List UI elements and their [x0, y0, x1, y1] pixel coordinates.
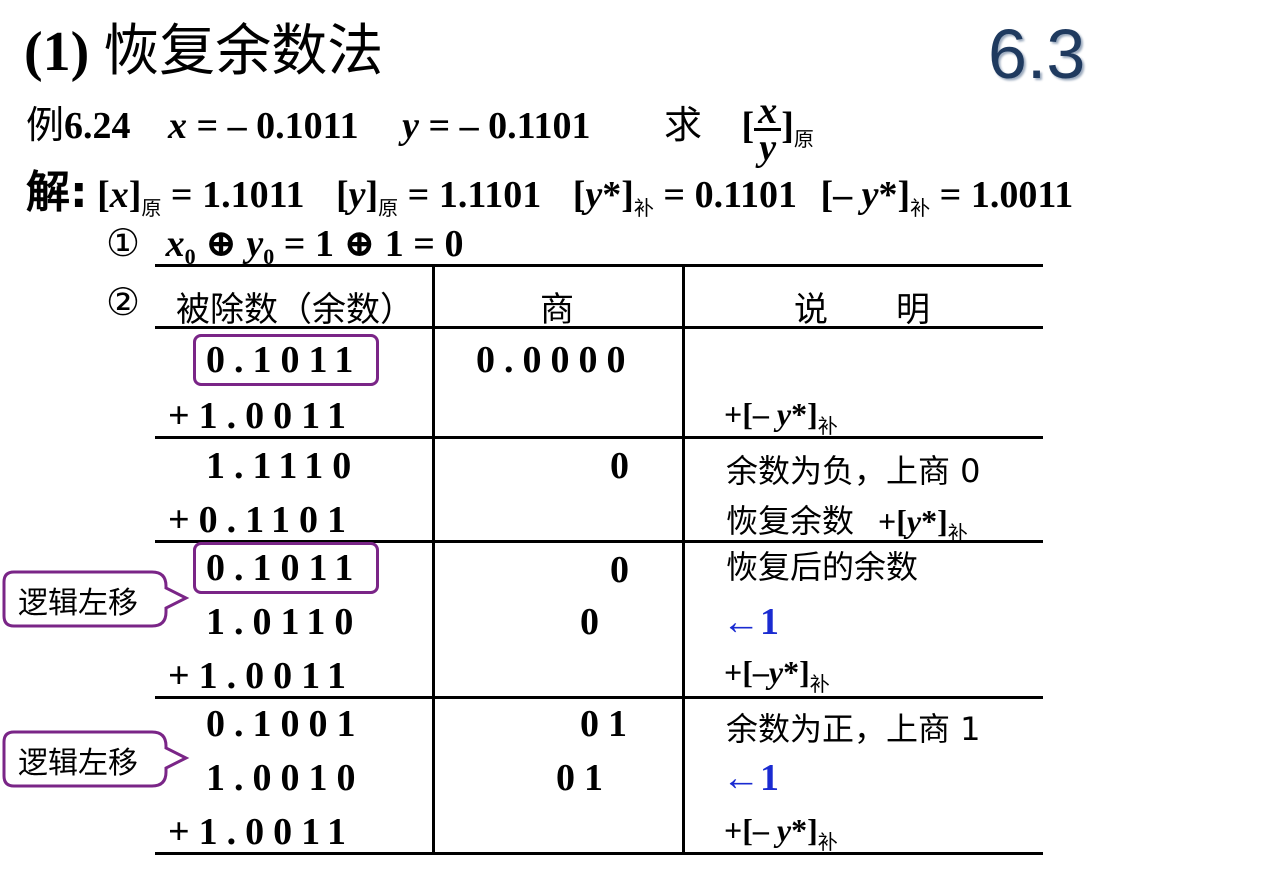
- fraction-x-over-y: xy: [754, 92, 782, 167]
- orig-subscript: 原: [793, 127, 814, 152]
- quotient-row-7: 01: [580, 703, 636, 745]
- note-row-8: ←1: [722, 757, 779, 799]
- step1-expr: = 1 ⊕ 1 = 0: [283, 223, 464, 265]
- dividend-row-4: 0.1011: [206, 547, 363, 589]
- table-top-rule: [155, 264, 1043, 267]
- callout-text-2: 逻辑左移: [18, 746, 138, 781]
- note-row-7: 余数为正，上商 1: [726, 710, 981, 748]
- example-label: 例: [26, 103, 65, 148]
- step1-line: ① x0 ⊕ y0 = 1 ⊕ 1 = 0: [106, 221, 464, 269]
- solution-line: 解: [x]原 = 1.1011 [y]原 = 1.1101 [y*]补 = 0…: [26, 167, 1074, 220]
- quotient-row-8: 01: [556, 757, 612, 799]
- dividend-row-1: +1.0011: [168, 395, 356, 437]
- header-dividend: 被除数（余数）: [176, 290, 414, 330]
- header-quotient: 商: [540, 290, 574, 330]
- callout-shift-left-1: 逻辑左移: [2, 570, 190, 628]
- quotient-row-2: 0: [610, 445, 638, 487]
- step2-marker: ②: [106, 280, 141, 324]
- y-value: = – 0.1101: [428, 105, 591, 148]
- example-line: 例6.24 x = – 0.1011 y = – 0.1101 求 [x y]原: [26, 90, 814, 169]
- section-number: 6.3: [988, 15, 1086, 93]
- callout-shift-left-2: 逻辑左移: [2, 730, 190, 788]
- table-col-divider-1: [432, 266, 435, 854]
- callout-text-1: 逻辑左移: [18, 586, 138, 621]
- dividend-row-9: +1.0011: [168, 811, 356, 853]
- dividend-row-8: 1.0010: [206, 757, 365, 799]
- header-note: 说 明: [794, 290, 930, 330]
- note-row-3: 恢复余数 +[y*]补: [726, 502, 968, 545]
- dividend-row-3: +0.1101: [168, 499, 356, 541]
- note-row-4: 恢复后的余数: [726, 548, 919, 586]
- note-row-6: +[–y*]补: [724, 654, 830, 696]
- example-number: 6.24: [64, 105, 131, 148]
- ystar-comp-value: = 0.1101: [663, 174, 797, 216]
- page-title: (1) 恢复余数法: [24, 6, 383, 87]
- table-col-divider-2: [682, 266, 685, 854]
- dividend-row-0: 0.1011: [206, 339, 363, 381]
- dividend-row-5: 1.0110: [206, 601, 363, 643]
- solution-label: 解:: [26, 167, 88, 218]
- title-text: 恢复余数法: [103, 19, 384, 84]
- title-prefix: (1): [24, 21, 104, 83]
- x-value: = – 0.1011: [196, 105, 359, 148]
- quotient-row-5: 0: [580, 601, 608, 643]
- quotient-row-0: 0.0000: [476, 339, 635, 381]
- note-row-9: +[– y*]补: [724, 812, 838, 854]
- dividend-row-7: 0.1001: [206, 703, 365, 745]
- quotient-row-4: 0: [610, 549, 638, 591]
- note-row-1: +[– y*]补: [724, 396, 838, 438]
- x-orig-value: = 1.1011: [170, 174, 305, 216]
- note-row-2: 余数为负，上商 0: [726, 452, 981, 490]
- step1-marker: ①: [106, 221, 141, 265]
- ask-label: 求: [664, 103, 703, 148]
- dividend-row-2: 1.1110: [206, 445, 361, 487]
- note-row-5: ←1: [722, 601, 779, 643]
- negystar-comp-value: = 1.0011: [939, 174, 1074, 216]
- y-orig-value: = 1.1101: [407, 174, 542, 216]
- dividend-row-6: +1.0011: [168, 655, 356, 697]
